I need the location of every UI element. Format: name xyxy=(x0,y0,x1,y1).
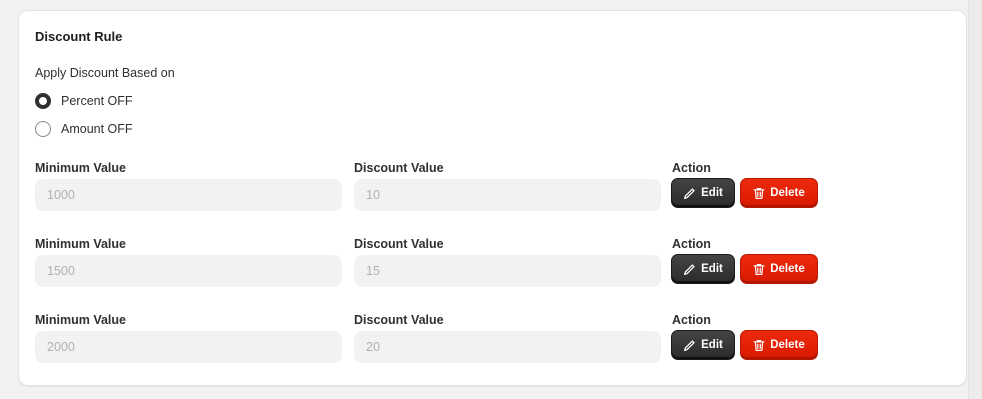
delete-label: Delete xyxy=(770,187,805,199)
discount-rule-card: Discount Rule Apply Discount Based on Pe… xyxy=(18,10,967,386)
discount-value-label: Discount Value xyxy=(354,161,444,175)
edit-label: Edit xyxy=(701,263,723,275)
radio-button[interactable] xyxy=(35,121,51,137)
action-label: Action xyxy=(672,313,711,327)
discount-value-label: Discount Value xyxy=(354,313,444,327)
trash-icon xyxy=(753,187,765,199)
discount-value-label: Discount Value xyxy=(354,237,444,251)
trash-icon xyxy=(753,263,765,275)
apply-discount-label: Apply Discount Based on xyxy=(35,66,175,80)
card-title: Discount Rule xyxy=(35,29,123,44)
minimum-value-label: Minimum Value xyxy=(35,313,126,327)
edit-button[interactable]: Edit xyxy=(672,179,734,207)
minimum-value-field[interactable]: 2000 xyxy=(35,331,342,363)
pencil-icon xyxy=(684,263,695,275)
discount-value-field[interactable]: 10 xyxy=(354,179,661,211)
delete-button[interactable]: Delete xyxy=(741,331,817,359)
edit-button[interactable]: Edit xyxy=(672,331,734,359)
delete-label: Delete xyxy=(770,339,805,351)
action-label: Action xyxy=(672,161,711,175)
radio-label: Percent OFF xyxy=(61,94,133,108)
radio-button-checked[interactable] xyxy=(35,93,51,109)
minimum-value-field[interactable]: 1500 xyxy=(35,255,342,287)
radio-label: Amount OFF xyxy=(61,122,133,136)
radio-percent-off[interactable]: Percent OFF xyxy=(35,92,133,110)
delete-button[interactable]: Delete xyxy=(741,179,817,207)
edit-button[interactable]: Edit xyxy=(672,255,734,283)
delete-label: Delete xyxy=(770,263,805,275)
edit-label: Edit xyxy=(701,339,723,351)
delete-button[interactable]: Delete xyxy=(741,255,817,283)
radio-amount-off[interactable]: Amount OFF xyxy=(35,120,133,138)
rule-row: Minimum Value Discount Value Action 1500… xyxy=(35,237,955,301)
trash-icon xyxy=(753,339,765,351)
pencil-icon xyxy=(684,339,695,351)
right-scroll-strip xyxy=(968,0,982,399)
rule-row: Minimum Value Discount Value Action 1000… xyxy=(35,161,955,225)
minimum-value-field[interactable]: 1000 xyxy=(35,179,342,211)
rule-row: Minimum Value Discount Value Action 2000… xyxy=(35,313,955,377)
action-label: Action xyxy=(672,237,711,251)
minimum-value-label: Minimum Value xyxy=(35,161,126,175)
pencil-icon xyxy=(684,187,695,199)
discount-value-field[interactable]: 15 xyxy=(354,255,661,287)
edit-label: Edit xyxy=(701,187,723,199)
discount-value-field[interactable]: 20 xyxy=(354,331,661,363)
minimum-value-label: Minimum Value xyxy=(35,237,126,251)
